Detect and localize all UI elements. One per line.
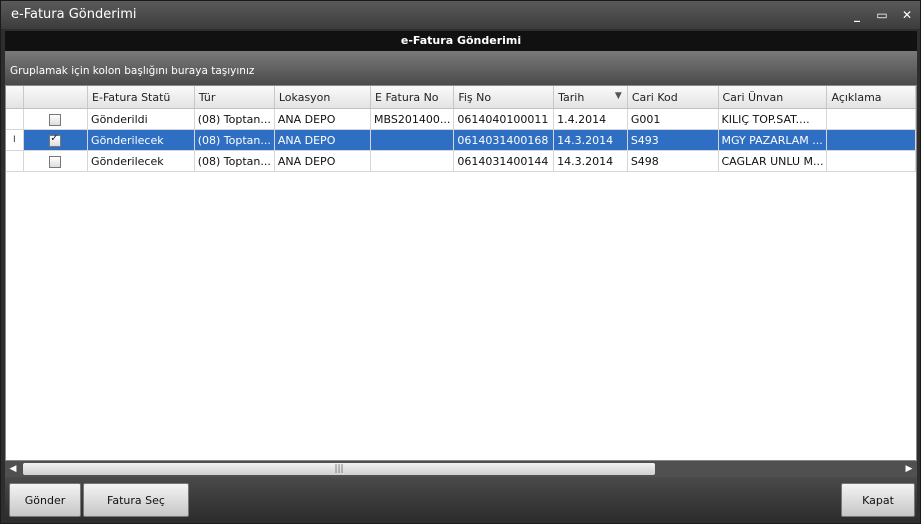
col-header-lokasyon[interactable]: Lokasyon [274, 86, 372, 109]
row-indicator-cursor-icon: I [6, 129, 24, 151]
row-checkbox[interactable] [49, 155, 62, 168]
cell-cari-unvan[interactable]: MGY PAZARLAM ... [718, 129, 828, 151]
col-header-tur[interactable]: Tür [194, 86, 275, 109]
grid-header-row: E-Fatura Statü Tür Lokasyon E Fatura No … [6, 86, 916, 109]
col-header-efatura-no[interactable]: E Fatura No [370, 86, 455, 109]
cell-tur[interactable]: (08) Toptan... [194, 129, 275, 151]
cell-aciklama[interactable] [826, 150, 916, 172]
cell-cari-unvan[interactable]: KILIÇ TOP.SAT.... [718, 108, 828, 130]
cell-fis-no[interactable]: 0614040100011 [453, 108, 555, 130]
panel-title: e-Fatura Gönderimi [5, 31, 917, 51]
cell-status[interactable]: Gönderilecek [87, 150, 195, 172]
row-checkbox[interactable] [49, 113, 62, 126]
col-header-fis-no[interactable]: Fiş No [453, 86, 555, 109]
cell-lokasyon[interactable]: ANA DEPO [274, 150, 372, 172]
maximize-icon[interactable]: ▭ [872, 5, 892, 25]
cell-tur[interactable]: (08) Toptan... [194, 150, 275, 172]
cell-efatura-no[interactable] [370, 150, 455, 172]
table-row-selected[interactable]: I Gönderilecek (08) Toptan... ANA DEPO 0… [6, 129, 916, 151]
minimize-icon[interactable]: _ [847, 5, 867, 25]
row-checkbox-cell[interactable] [23, 150, 89, 172]
cell-cari-kod[interactable]: G001 [627, 108, 719, 130]
cell-tarih[interactable]: 14.3.2014 [553, 129, 628, 151]
button-bar: Gönder Fatura Seç Kapat [5, 477, 917, 521]
table-row[interactable]: Gönderildi (08) Toptan... ANA DEPO MBS20… [6, 108, 916, 130]
col-header-aciklama[interactable]: Açıklama [826, 86, 916, 109]
cell-lokasyon[interactable]: ANA DEPO [274, 129, 372, 151]
close-icon[interactable]: ✕ [897, 5, 917, 25]
cell-efatura-no[interactable] [370, 129, 455, 151]
row-checkbox-cell[interactable] [23, 129, 89, 151]
cell-aciklama[interactable] [826, 129, 916, 151]
col-header-status[interactable]: E-Fatura Statü [87, 86, 195, 109]
cell-lokasyon[interactable]: ANA DEPO [274, 108, 372, 130]
cell-cari-unvan[interactable]: CAGLAR UNLU M... [718, 150, 828, 172]
scroll-left-icon[interactable]: ◀ [5, 461, 21, 477]
col-header-tarih[interactable]: Tarih ▼ [553, 86, 628, 109]
col-header-tarih-label: Tarih [558, 90, 585, 104]
sort-desc-icon: ▼ [614, 91, 622, 101]
group-hint: Gruplamak için kolon başlığını buraya ta… [10, 65, 255, 77]
cell-status[interactable]: Gönderildi [87, 108, 195, 130]
cell-tarih[interactable]: 14.3.2014 [553, 150, 628, 172]
cell-fis-no[interactable]: 0614031400144 [453, 150, 555, 172]
col-header-cari-kod[interactable]: Cari Kod [627, 86, 719, 109]
title-bar[interactable]: e-Fatura Gönderimi _ ▭ ✕ [1, 1, 920, 29]
app-window: e-Fatura Gönderimi _ ▭ ✕ e-Fatura Gönder… [0, 0, 921, 524]
group-panel[interactable]: Gruplamak için kolon başlığını buraya ta… [5, 51, 917, 85]
cell-fis-no[interactable]: 0614031400168 [453, 129, 555, 151]
row-checkbox-checked[interactable] [49, 133, 62, 147]
cell-cari-kod[interactable]: S493 [627, 129, 719, 151]
cell-status[interactable]: Gönderilecek [87, 129, 195, 151]
fatura-sec-button[interactable]: Fatura Seç [83, 483, 189, 517]
window-title: e-Fatura Gönderimi [11, 7, 137, 22]
kapat-button[interactable]: Kapat [841, 483, 915, 517]
cell-efatura-no[interactable]: MBS201400... [370, 108, 455, 130]
cell-tur[interactable]: (08) Toptan... [194, 108, 275, 130]
row-checkbox-cell[interactable] [23, 108, 89, 130]
gonder-button[interactable]: Gönder [9, 483, 81, 517]
check-header[interactable] [23, 86, 89, 109]
col-header-cari-unvan[interactable]: Cari Ünvan [718, 86, 828, 109]
row-indicator [6, 150, 24, 172]
scroll-thumb[interactable]: ||| [23, 463, 655, 475]
table-row[interactable]: Gönderilecek (08) Toptan... ANA DEPO 061… [6, 150, 916, 172]
invoice-grid: E-Fatura Statü Tür Lokasyon E Fatura No … [5, 85, 917, 461]
indicator-header [6, 86, 24, 109]
horizontal-scrollbar[interactable]: ◀ ||| ▶ [5, 461, 917, 477]
cell-cari-kod[interactable]: S498 [627, 150, 719, 172]
cell-aciklama[interactable] [826, 108, 916, 130]
row-indicator [6, 108, 24, 130]
scroll-right-icon[interactable]: ▶ [901, 461, 917, 477]
cell-tarih[interactable]: 1.4.2014 [553, 108, 628, 130]
